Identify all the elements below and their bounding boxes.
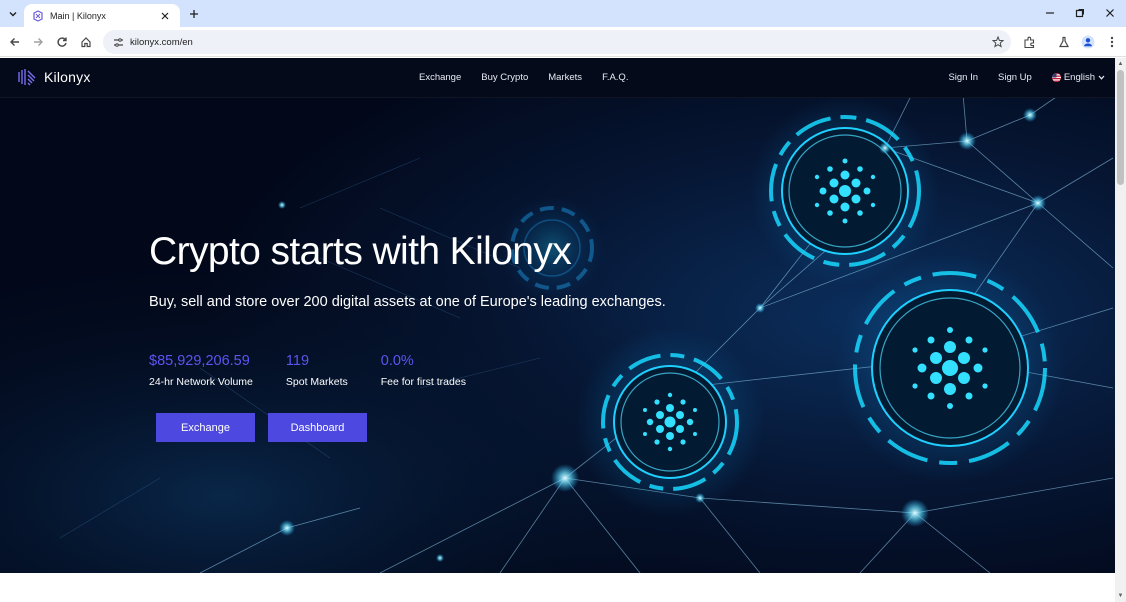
profile-icon[interactable] — [1079, 33, 1097, 51]
reload-icon[interactable] — [53, 33, 71, 51]
stat-label: Spot Markets — [285, 376, 348, 388]
hero-stats: $85,929,206.59 24-hr Network Volume 119 … — [149, 353, 666, 388]
browser-tab-strip: Main | Kilonyx — [0, 0, 1126, 27]
star-icon[interactable] — [991, 35, 1005, 49]
scrollbar-thumb[interactable] — [1117, 70, 1124, 185]
site-info-icon[interactable] — [111, 35, 125, 49]
site-navbar: Kilonyx Exchange Buy Crypto Markets F.A.… — [0, 58, 1115, 98]
back-icon[interactable] — [6, 33, 24, 51]
extensions-icon[interactable] — [1020, 33, 1038, 51]
language-label: English — [1063, 72, 1095, 83]
brand-name: Kilonyx — [44, 69, 91, 85]
plus-icon[interactable] — [186, 6, 202, 22]
kilonyx-page: Kilonyx Exchange Buy Crypto Markets F.A.… — [0, 58, 1115, 573]
auth-nav: Sign In Sign Up English — [928, 72, 1105, 83]
nav-link-buy-crypto[interactable]: Buy Crypto — [481, 72, 528, 83]
main-nav: Exchange Buy Crypto Markets F.A.Q. — [419, 72, 648, 83]
forward-icon[interactable] — [29, 33, 47, 51]
url-text[interactable]: kilonyx.com/en — [130, 37, 193, 48]
stat-value: 119 — [285, 353, 310, 369]
language-selector[interactable]: English — [1051, 72, 1105, 83]
hero-cta: Exchange Dashboard — [156, 413, 666, 442]
page-scrollbar[interactable]: ▲ ▼ — [1115, 58, 1126, 602]
labs-icon[interactable] — [1055, 33, 1073, 51]
chevron-down-icon — [1098, 75, 1105, 80]
hero-headline: Crypto starts with Kilonyx — [149, 230, 572, 273]
tab-title: Main | Kilonyx — [50, 10, 106, 21]
stat-label: 24-hr Network Volume — [149, 376, 253, 388]
close-window-icon[interactable] — [1099, 4, 1121, 22]
stat-spot-markets: 119 Spot Markets — [286, 353, 348, 388]
tab-list-icon[interactable] — [4, 5, 22, 23]
home-icon[interactable] — [77, 33, 95, 51]
menu-icon[interactable] — [1103, 33, 1121, 51]
exchange-button[interactable]: Exchange — [156, 413, 255, 442]
hero-section: Crypto starts with Kilonyx Buy, sell and… — [149, 230, 666, 442]
browser-tab[interactable]: Main | Kilonyx — [24, 4, 180, 27]
hero-subheadline: Buy, sell and store over 200 digital ass… — [149, 294, 666, 310]
stat-network-volume: $85,929,206.59 24-hr Network Volume — [149, 353, 253, 388]
restore-icon[interactable] — [1069, 4, 1091, 22]
stat-value: $85,929,206.59 — [149, 353, 250, 369]
stat-label: Fee for first trades — [380, 376, 466, 388]
sign-in-link[interactable]: Sign In — [948, 72, 978, 83]
minimize-icon[interactable] — [1039, 4, 1061, 22]
scroll-down-icon[interactable]: ▼ — [1116, 591, 1125, 600]
nav-link-faq[interactable]: F.A.Q. — [602, 72, 628, 83]
scroll-up-icon[interactable]: ▲ — [1116, 59, 1125, 68]
dashboard-button[interactable]: Dashboard — [268, 413, 367, 442]
kilonyx-favicon-icon — [33, 9, 43, 22]
stat-value: 0.0% — [380, 353, 414, 369]
site-logo[interactable]: Kilonyx — [17, 67, 91, 87]
close-icon[interactable] — [158, 9, 172, 23]
sign-up-link[interactable]: Sign Up — [998, 72, 1032, 83]
kilonyx-logo-icon — [18, 69, 36, 86]
nav-link-exchange[interactable]: Exchange — [419, 72, 461, 83]
nav-link-markets[interactable]: Markets — [548, 72, 582, 83]
us-flag-icon — [1051, 73, 1061, 82]
stat-fee: 0.0% Fee for first trades — [381, 353, 466, 388]
browser-toolbar: kilonyx.com/en — [0, 27, 1126, 57]
address-bar[interactable]: kilonyx.com/en — [103, 30, 1011, 54]
